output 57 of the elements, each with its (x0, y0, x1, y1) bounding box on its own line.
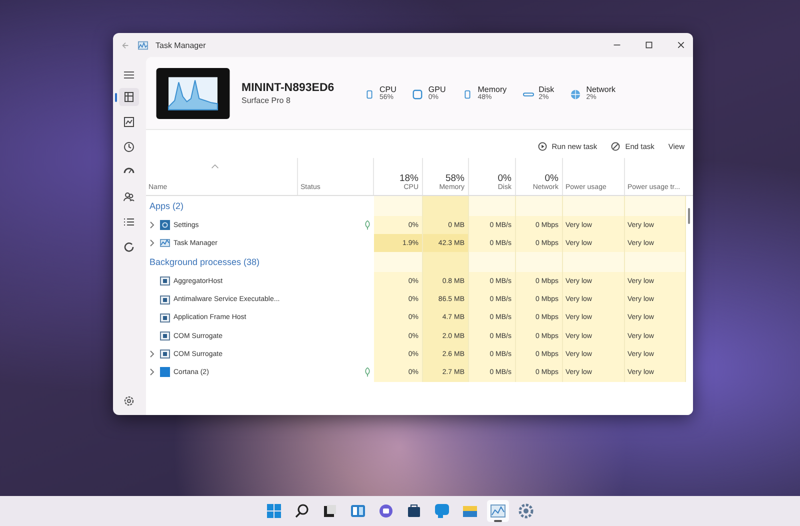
table-cell (374, 252, 422, 272)
table-cell (562, 252, 624, 272)
metric-label: Disk (538, 85, 554, 94)
process-app-icon (160, 294, 170, 305)
table-cell (422, 196, 468, 216)
column-total: 0% (544, 173, 558, 184)
table-cell (422, 252, 468, 272)
cpu-icon (364, 89, 374, 100)
table-cell (516, 196, 562, 216)
play-circle-icon (538, 142, 547, 150)
gpu-icon (412, 89, 424, 100)
expand-chevron-icon[interactable] (148, 350, 154, 358)
taskmgr-app-icon (160, 238, 170, 248)
metric-label: GPU (428, 85, 446, 94)
close-icon[interactable] (676, 41, 684, 49)
metric-label: Network (586, 85, 616, 94)
blocked-circle-icon (611, 142, 620, 150)
table-cell (468, 252, 516, 272)
sort-caret-icon[interactable] (210, 164, 218, 169)
expand-chevron-icon[interactable] (148, 239, 154, 248)
details-icon (123, 216, 135, 228)
menu-icon[interactable] (123, 69, 135, 81)
expand-chevron-icon[interactable] (148, 221, 154, 230)
column-total: 0% (498, 173, 512, 184)
group-heading: Background processes (38) (148, 257, 260, 268)
device-model: Surface Pro 8 (242, 96, 292, 104)
window-title: Task Manager (156, 40, 206, 50)
metric-label: CPU (380, 85, 396, 94)
history-icon (123, 141, 135, 153)
column-total: 58% (445, 173, 464, 184)
table-cell (374, 196, 422, 216)
column-total: 18% (399, 173, 418, 184)
process-app-icon (160, 331, 170, 342)
users-icon (123, 191, 135, 203)
table-cell (562, 196, 624, 216)
performance-icon (123, 116, 135, 128)
device-name: MININT-N893ED6 (242, 82, 336, 94)
maximize-icon[interactable] (644, 41, 652, 49)
table-cell (516, 252, 562, 272)
settings-icon[interactable] (123, 395, 135, 407)
app-icon (138, 40, 148, 50)
process-app-icon (160, 312, 170, 323)
process-app-icon (160, 349, 170, 360)
process-app-icon (160, 276, 170, 286)
memory-icon (462, 89, 473, 100)
metric-label: Memory (478, 85, 507, 94)
processes-icon (123, 91, 135, 103)
services-icon (123, 241, 135, 253)
settings-app-icon (160, 220, 170, 230)
table-cell (624, 196, 686, 216)
group-heading: Apps (2) (148, 201, 184, 211)
table-cell (624, 252, 686, 272)
scrollbar-thumb[interactable] (688, 208, 690, 224)
taskmgr-taskbar-icon[interactable] (487, 500, 509, 522)
network-icon (570, 89, 582, 100)
table-cell (468, 196, 516, 216)
expand-chevron-icon[interactable] (148, 368, 154, 376)
